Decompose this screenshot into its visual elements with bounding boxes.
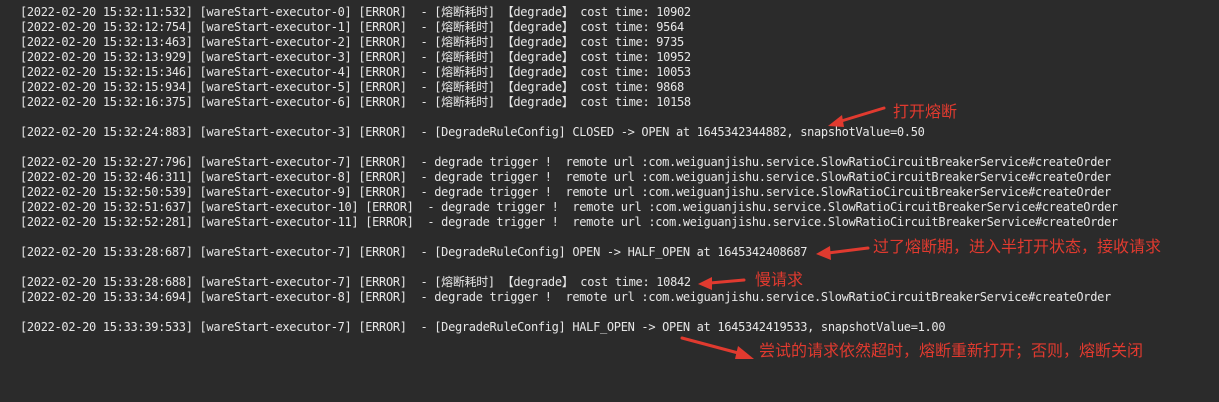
annotation-open-breaker: 打开熔断: [893, 102, 958, 121]
half-open-arrow: [816, 246, 870, 260]
log-line: [2022-02-20 15:32:15:346] [wareStart-exe…: [20, 65, 691, 79]
slow-request-arrow: [698, 277, 746, 290]
log-line: [2022-02-20 15:33:28:688] [wareStart-exe…: [20, 275, 691, 289]
log-line: [2022-02-20 15:33:39:533] [wareStart-exe…: [20, 320, 946, 334]
log-line: [2022-02-20 15:32:24:883] [wareStart-exe…: [20, 125, 925, 139]
log-line: [2022-02-20 15:32:16:375] [wareStart-exe…: [20, 95, 691, 109]
log-line: [2022-02-20 15:32:13:463] [wareStart-exe…: [20, 35, 684, 49]
log-line: [2022-02-20 15:32:15:934] [wareStart-exe…: [20, 80, 684, 94]
log-line: [2022-02-20 15:33:34:694] [wareStart-exe…: [20, 290, 1111, 304]
log-line: [2022-02-20 15:32:12:754] [wareStart-exe…: [20, 20, 684, 34]
log-line: [2022-02-20 15:33:28:687] [wareStart-exe…: [20, 245, 808, 259]
annotation-slow-request: 慢请求: [755, 270, 804, 289]
log-line: [2022-02-20 15:32:11:532] [wareStart-exe…: [20, 5, 691, 19]
log-line: [2022-02-20 15:32:51:637] [wareStart-exe…: [20, 200, 1118, 214]
log-line: [2022-02-20 15:32:46:311] [wareStart-exe…: [20, 170, 1111, 184]
reopen-arrow: [680, 336, 754, 359]
open-breaker-arrow: [828, 106, 886, 127]
log-line: [2022-02-20 15:32:52:281] [wareStart-exe…: [20, 215, 1118, 229]
annotation-half-open: 过了熔断期，进入半打开状态，接收请求: [873, 237, 1162, 256]
log-line: [2022-02-20 15:32:50:539] [wareStart-exe…: [20, 185, 1111, 199]
log-line: [2022-02-20 15:32:13:929] [wareStart-exe…: [20, 50, 691, 64]
log-line: [2022-02-20 15:32:27:796] [wareStart-exe…: [20, 155, 1111, 169]
annotation-reopen-or-close: 尝试的请求依然超时，熔断重新打开；否则，熔断关闭: [759, 341, 1144, 360]
